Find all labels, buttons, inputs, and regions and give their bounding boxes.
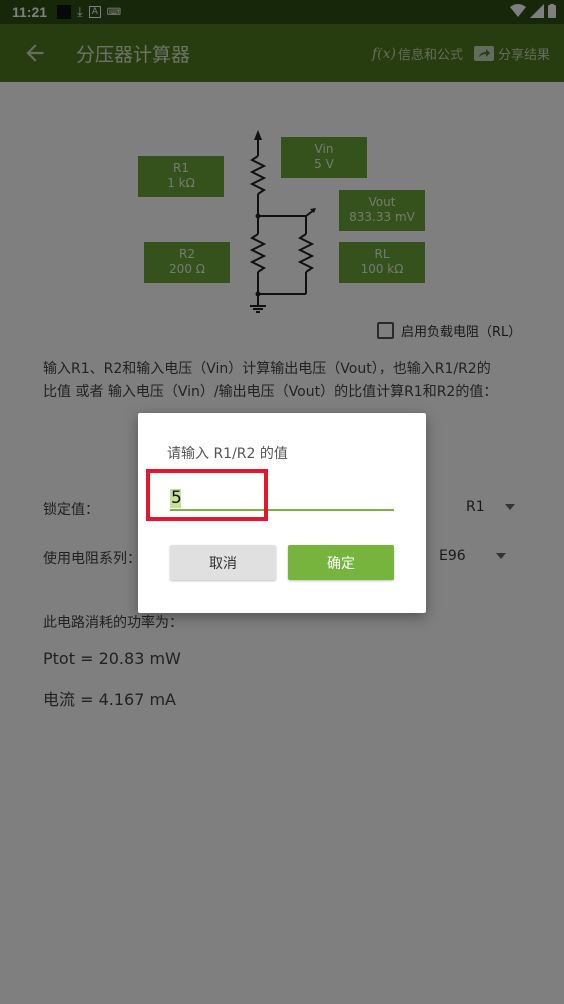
- dialog-title: 请输入 R1/R2 的值: [167, 446, 288, 462]
- cancel-button[interactable]: 取消: [170, 545, 276, 580]
- input-highlight-box: [146, 469, 268, 521]
- confirm-button[interactable]: 确定: [288, 545, 394, 580]
